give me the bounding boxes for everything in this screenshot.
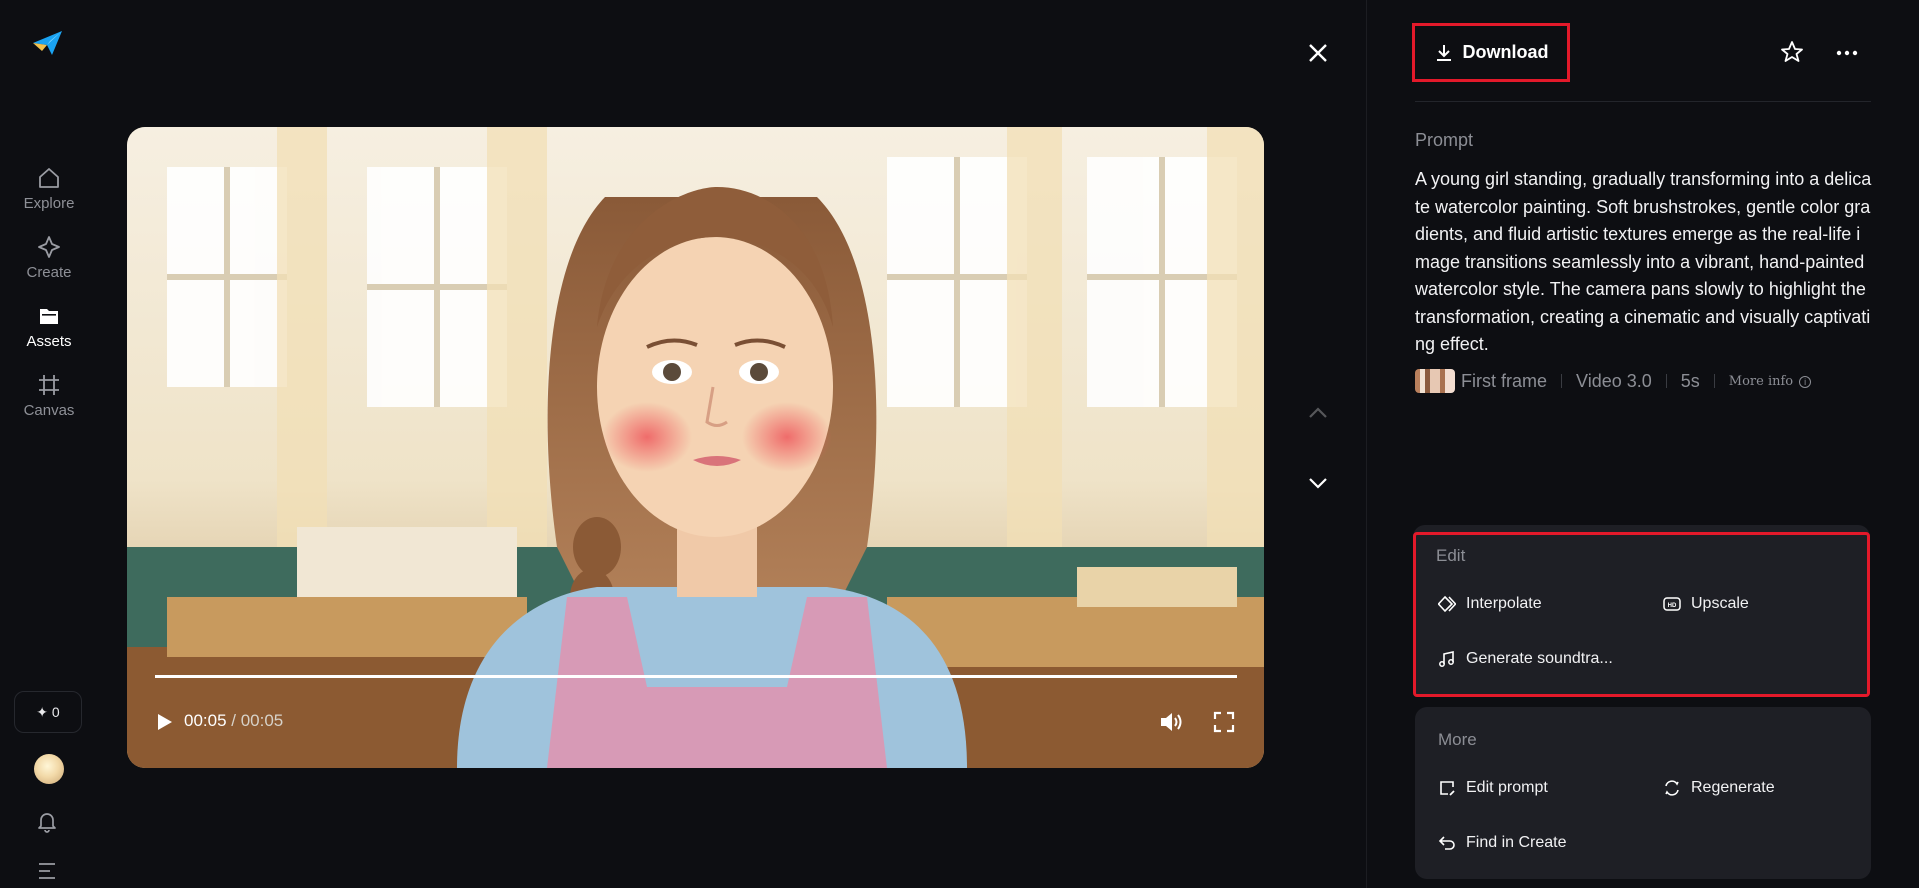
left-rail: Explore Create Assets Canvas ✦ 0 [0,0,98,888]
home-icon [39,168,59,188]
star-icon[interactable] [1779,39,1805,65]
more-info-label: More info [1728,373,1794,389]
video-frame [127,127,1264,768]
fullscreen-icon[interactable] [1213,711,1235,733]
rail-item-label: Create [26,264,72,281]
info-icon: i [1799,375,1812,388]
video-progress-bar[interactable] [155,675,1237,678]
more-title: More [1438,730,1477,749]
edit-prompt-icon [1440,781,1455,796]
edit-prompt-button[interactable]: Edit prompt [1438,779,1548,797]
find-in-create-label: Find in Create [1466,834,1567,851]
avatar[interactable] [34,754,64,784]
play-icon[interactable] [153,711,175,733]
current-time: 00:05 [184,711,227,730]
download-icon [1436,44,1451,61]
total-duration: 00:05 [240,711,284,730]
edit-prompt-label: Edit prompt [1466,779,1548,796]
folder-icon [40,309,58,324]
regenerate-label: Regenerate [1691,779,1775,796]
header-divider [1415,101,1871,102]
return-arrow-icon [1438,836,1455,850]
volume-icon[interactable] [1158,710,1184,734]
prompt-label: Prompt [1415,130,1474,150]
prompt-text: A young girl standing, gradually transfo… [1415,169,1872,354]
bell-icon[interactable] [34,808,60,834]
credits-badge[interactable]: ✦ 0 [14,691,82,733]
panel-divider [1366,0,1367,888]
edit-highlight-outline [1413,532,1870,697]
sparkle-icon [38,236,60,258]
menu-icon[interactable] [36,861,60,881]
app: Explore Create Assets Canvas ✦ 0 00:05 /… [0,0,1919,888]
regenerate-button[interactable]: Regenerate [1663,779,1775,797]
download-button[interactable]: Download [1412,23,1570,82]
more-options-icon[interactable] [1834,40,1860,66]
rail-item-label: Explore [23,195,75,212]
meta-separator [1561,374,1563,388]
rail-item-explore[interactable]: Explore [0,165,98,212]
find-in-create-button[interactable]: Find in Create [1438,834,1567,852]
meta-separator [1665,374,1667,388]
meta-separator [1713,374,1715,388]
more-card: More Edit prompt Regenerate Find in Crea… [1415,707,1871,879]
video-time: 00:05 / 00:05 [184,711,283,731]
app-logo-icon[interactable] [30,25,66,61]
rail-item-assets[interactable]: Assets [0,303,98,350]
model-label: Video 3.0 [1576,370,1652,391]
first-frame-label: First frame [1461,370,1548,391]
video-player[interactable]: 00:05 / 00:05 [127,127,1264,768]
chevron-down-icon[interactable] [1305,470,1331,496]
generation-meta: First frame Video 3.0 5s More info i [1415,369,1812,393]
first-frame-thumbnail[interactable] [1415,369,1455,393]
duration-label: 5s [1680,370,1700,391]
canvas-icon [39,375,59,395]
more-info-link[interactable]: More info i [1728,373,1812,389]
chevron-up-icon[interactable] [1305,400,1331,426]
download-label: Download [1462,42,1549,62]
rail-item-label: Assets [26,333,72,350]
rail-item-create[interactable]: Create [0,234,98,281]
rail-item-label: Canvas [23,402,75,419]
close-icon[interactable] [1305,40,1331,66]
rail-item-canvas[interactable]: Canvas [0,372,98,419]
video-progress-fill [155,675,1237,678]
refresh-icon [1665,780,1679,796]
time-separator: / [226,711,241,730]
